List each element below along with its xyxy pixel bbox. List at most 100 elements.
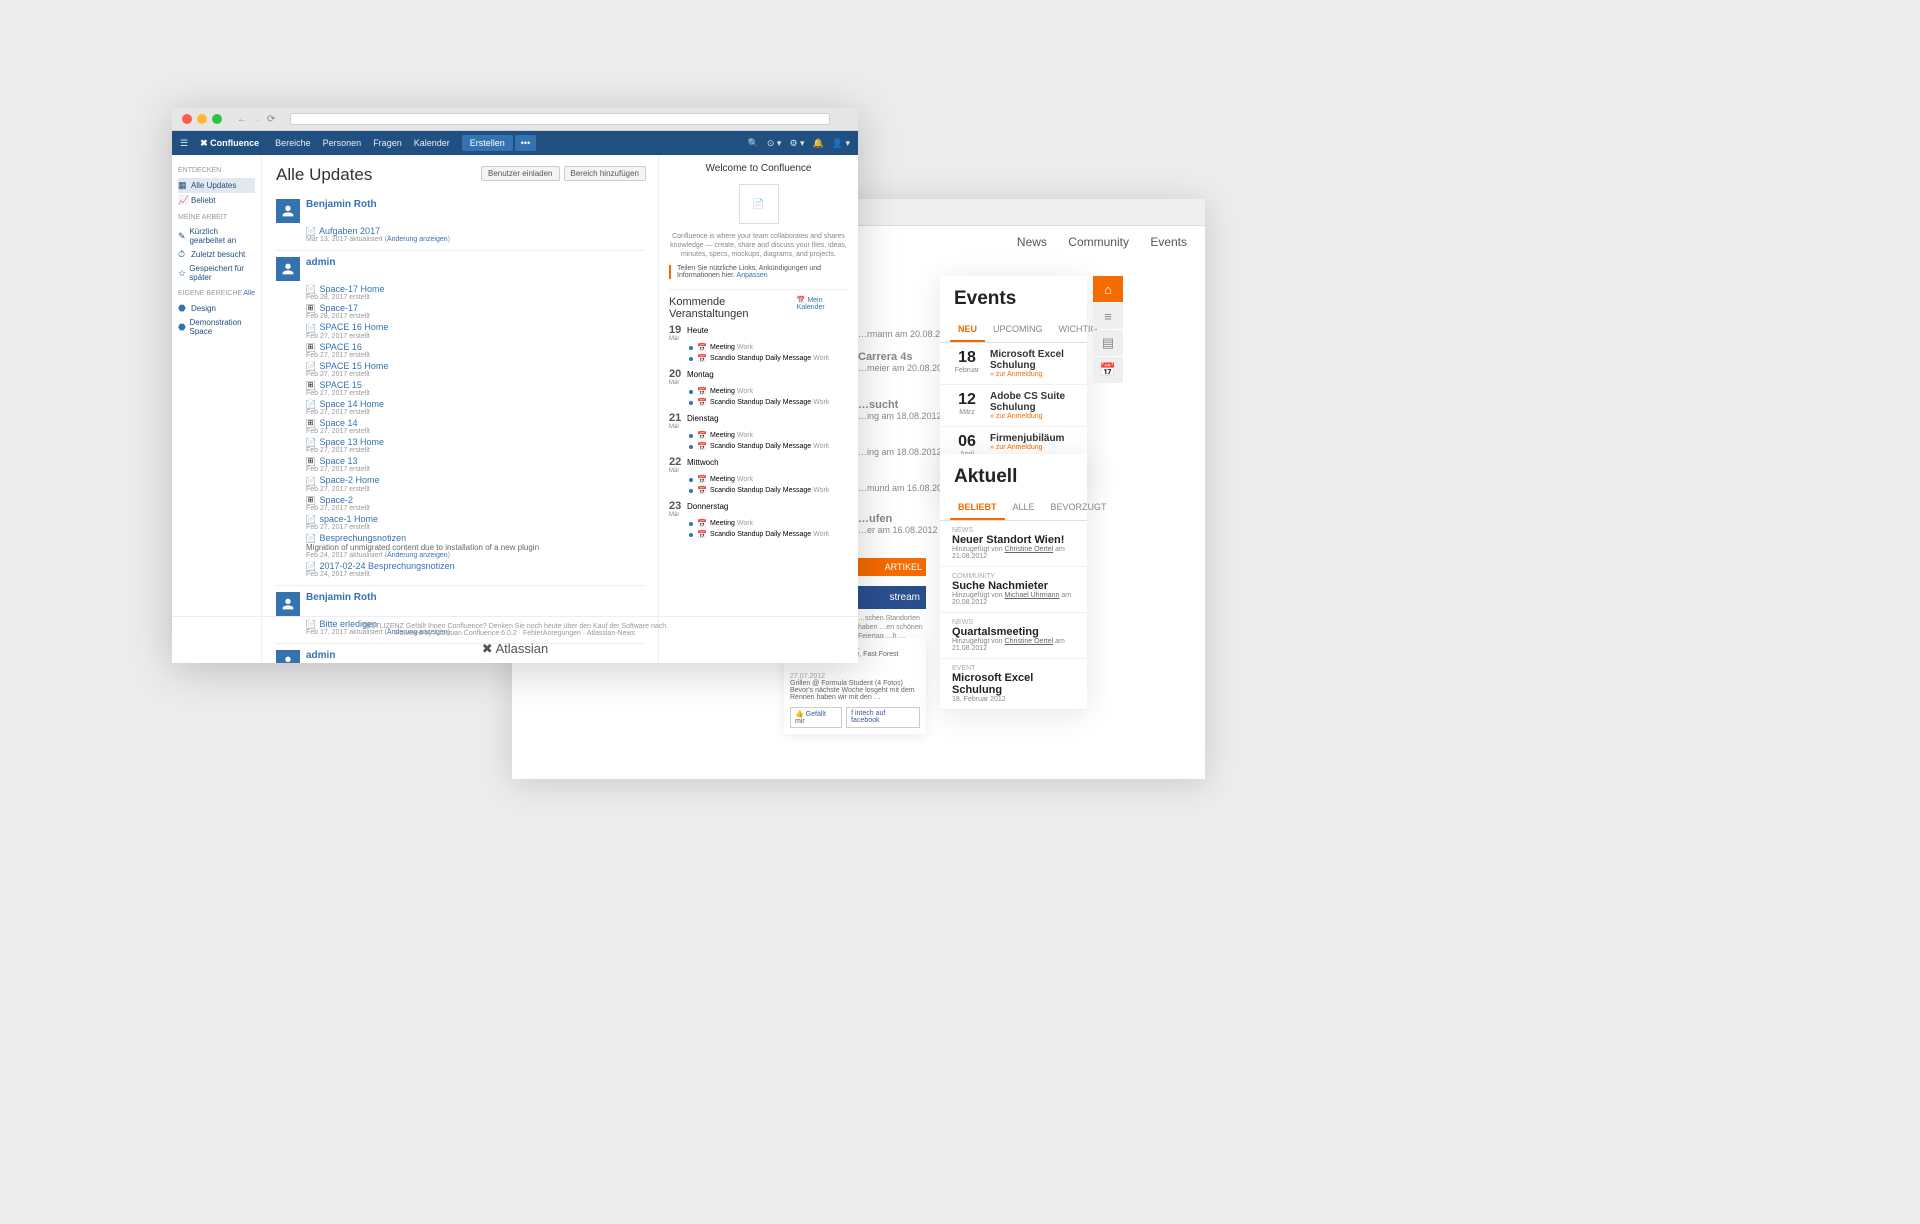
item-type-icon: ⊞ (306, 457, 315, 466)
calendar-event[interactable]: 📅MeetingWork (689, 342, 848, 353)
gear-icon[interactable]: ⚙ ▾ (789, 138, 804, 149)
search-icon[interactable]: 🔍 (748, 138, 759, 149)
sidebar-item-alle-updates[interactable]: ▦Alle Updates (178, 178, 255, 193)
feed-item[interactable]: 📄 space-1 HomeFeb 27, 2017 erstellt (306, 513, 644, 532)
feed-item[interactable]: 📄 Aufgaben 2017Mär 13, 2017 aktualisiert… (306, 225, 644, 244)
feed-item[interactable]: 📄 SPACE 16 HomeFeb 27, 2017 erstellt (306, 321, 644, 340)
side-icon-list[interactable]: ≡ (1093, 303, 1123, 329)
calendar-event[interactable]: 📅Scandio Standup Daily MessageWork (689, 353, 848, 364)
sidebar-item-design[interactable]: ⬣Design (178, 301, 255, 316)
footer-bugs-link[interactable]: FehlerAnregungen (523, 630, 581, 637)
calendar-event[interactable]: 📅Scandio Standup Daily MessageWork (689, 529, 848, 540)
calendar-event[interactable]: 📅MeetingWork (689, 518, 848, 529)
aktuell-item[interactable]: EVENTMicrosoft Excel Schulung18. Februar… (940, 659, 1087, 710)
author-link[interactable]: Benjamin Roth (306, 592, 377, 603)
notification-icon[interactable]: 🔔 (813, 138, 824, 149)
feed-item[interactable]: 📄 BesprechungsnotizenMigration of unmigr… (306, 532, 644, 560)
item-type-icon: 📄 (306, 438, 315, 447)
tab-beliebt[interactable]: BELIEBT (950, 496, 1005, 520)
feed-item[interactable]: 📄 Space 14 HomeFeb 27, 2017 erstellt (306, 398, 644, 417)
feed-item[interactable]: 📄 Space-2 HomeFeb 27, 2017 erstellt (306, 474, 644, 493)
tab-neu[interactable]: NEU (950, 318, 985, 342)
feed-item[interactable]: ⊞ SPACE 16Feb 27, 2017 erstellt (306, 341, 644, 360)
space-icon: ⬣ (178, 303, 188, 314)
invite-users-button[interactable]: Benutzer einladen (481, 166, 560, 181)
feed-item[interactable]: 📄 Space 13 HomeFeb 27, 2017 erstellt (306, 436, 644, 455)
nav-personen[interactable]: Personen (323, 138, 362, 148)
sidebar-item-demo[interactable]: ⬣Demonstration Space (178, 316, 255, 338)
sidebar-item-recent-worked[interactable]: ✎Kürzlich gearbeitet an (178, 225, 255, 247)
side-icon-chat[interactable]: ▤ (1093, 330, 1123, 356)
event-row[interactable]: 18FebruarMicrosoft Excel Schulung» zur A… (940, 343, 1087, 385)
fb-page-button[interactable]: f intech auf facebook (846, 707, 920, 728)
anpassen-link[interactable]: Anpassen (737, 272, 768, 279)
help-icon[interactable]: ⊙ ▾ (767, 138, 782, 149)
event-sublink[interactable]: » zur Anmeldung (990, 444, 1075, 451)
hamburger-icon[interactable]: ☰ (180, 138, 188, 149)
add-space-button[interactable]: Bereich hinzufügen (564, 166, 647, 181)
upcoming-header: Kommende Veranstaltungen 📅 Mein Kalender (669, 289, 848, 320)
traffic-max[interactable] (212, 114, 222, 124)
avatar[interactable] (276, 199, 300, 223)
feed-item[interactable]: 📄 Space-17 HomeFeb 28, 2017 erstellt (306, 283, 644, 302)
avatar[interactable] (276, 257, 300, 281)
tab-alle[interactable]: ALLE (1005, 496, 1043, 520)
tab-upcoming[interactable]: UPCOMING (985, 318, 1051, 342)
calendar-event[interactable]: 📅MeetingWork (689, 474, 848, 485)
event-sublink[interactable]: » zur Anmeldung (990, 413, 1075, 420)
nav-community[interactable]: Community (1068, 235, 1129, 249)
feed-item[interactable]: ⊞ SPACE 15Feb 27, 2017 erstellt (306, 379, 644, 398)
event-row[interactable]: 12MärzAdobe CS Suite Schulung» zur Anmel… (940, 385, 1087, 427)
frag-artikel[interactable]: ARTIKEL (856, 558, 926, 576)
side-icon-calendar[interactable]: 📅 (1093, 357, 1123, 383)
aktuell-item[interactable]: NEWSNeuer Standort Wien!Hinzugefügt von … (940, 521, 1087, 567)
welcome-text: Confluence is where your team collaborat… (669, 232, 848, 259)
feed-item[interactable]: ⊞ Space-17Feb 28, 2017 erstellt (306, 302, 644, 321)
author-link[interactable]: Benjamin Roth (306, 199, 377, 210)
calendar-event[interactable]: 📅MeetingWork (689, 386, 848, 397)
traffic-min[interactable] (197, 114, 207, 124)
back-arrow-icon[interactable]: ← (237, 114, 247, 125)
feed-item[interactable]: ⊞ Space 14Feb 27, 2017 erstellt (306, 417, 644, 436)
author-link[interactable]: admin (306, 257, 335, 268)
sidebar-item-recent-visited[interactable]: ⏱Zuletzt besucht (178, 247, 255, 262)
traffic-close[interactable] (182, 114, 192, 124)
sb-alle-link[interactable]: Alle (243, 290, 255, 297)
nav-fragen[interactable]: Fragen (373, 138, 402, 148)
sidebar-item-beliebt[interactable]: 📈Beliebt (178, 193, 255, 208)
sidebar-item-label: Demonstration Space (190, 318, 255, 336)
nav-events[interactable]: Events (1150, 235, 1187, 249)
avatar[interactable] (276, 592, 300, 616)
feed-item[interactable]: 📄 SPACE 15 HomeFeb 27, 2017 erstellt (306, 360, 644, 379)
feed-item[interactable]: ⊞ Space 13Feb 27, 2017 erstellt (306, 455, 644, 474)
calendar-event[interactable]: 📅MeetingWork (689, 430, 848, 441)
feed-item[interactable]: 📄 2017-02-24 BesprechungsnotizenFeb 24, … (306, 560, 644, 579)
nav-news[interactable]: News (1017, 235, 1047, 249)
pencil-icon: ✎ (178, 231, 186, 242)
fb-like-button[interactable]: 👍 Gefällt mir (790, 707, 842, 728)
confluence-logo[interactable]: ✖ Confluence (200, 138, 259, 149)
reload-icon[interactable]: ⟳ (267, 114, 275, 125)
sidebar-item-saved[interactable]: ☆Gespeichert für später (178, 262, 255, 284)
footer-news-link[interactable]: Atlassian-News (587, 630, 635, 637)
side-icon-home[interactable]: ⌂ (1093, 276, 1123, 302)
address-bar[interactable] (290, 113, 830, 125)
aktuell-item[interactable]: COMMUNITYSuche NachmieterHinzugefügt von… (940, 567, 1087, 613)
mein-kalender-link[interactable]: 📅 Mein Kalender (797, 296, 848, 320)
item-type-icon: 📄 (306, 324, 315, 333)
profile-icon[interactable]: 👤 ▾ (832, 138, 850, 149)
footer-license: TESTLIZENZ Gefällt Ihnen Confluence? Den… (178, 623, 852, 630)
sb-eigene-label: EIGENE BEREICHE (178, 290, 242, 297)
feed-item[interactable]: ⊞ Space-2Feb 27, 2017 erstellt (306, 494, 644, 513)
erstellen-more-button[interactable]: ••• (515, 135, 536, 151)
tab-bevorzugt[interactable]: BEVORZUGT (1043, 496, 1115, 520)
calendar-event[interactable]: 📅Scandio Standup Daily MessageWork (689, 397, 848, 408)
nav-bereiche[interactable]: Bereiche (275, 138, 311, 148)
erstellen-button[interactable]: Erstellen (462, 135, 513, 151)
item-type-icon: 📄 (306, 227, 315, 236)
aktuell-item[interactable]: NEWSQuartalsmeetingHinzugefügt von Chris… (940, 613, 1087, 659)
calendar-event[interactable]: 📅Scandio Standup Daily MessageWork (689, 485, 848, 496)
nav-kalender[interactable]: Kalender (414, 138, 450, 148)
calendar-event[interactable]: 📅Scandio Standup Daily MessageWork (689, 441, 848, 452)
event-sublink[interactable]: » zur Anmeldung (990, 371, 1075, 378)
